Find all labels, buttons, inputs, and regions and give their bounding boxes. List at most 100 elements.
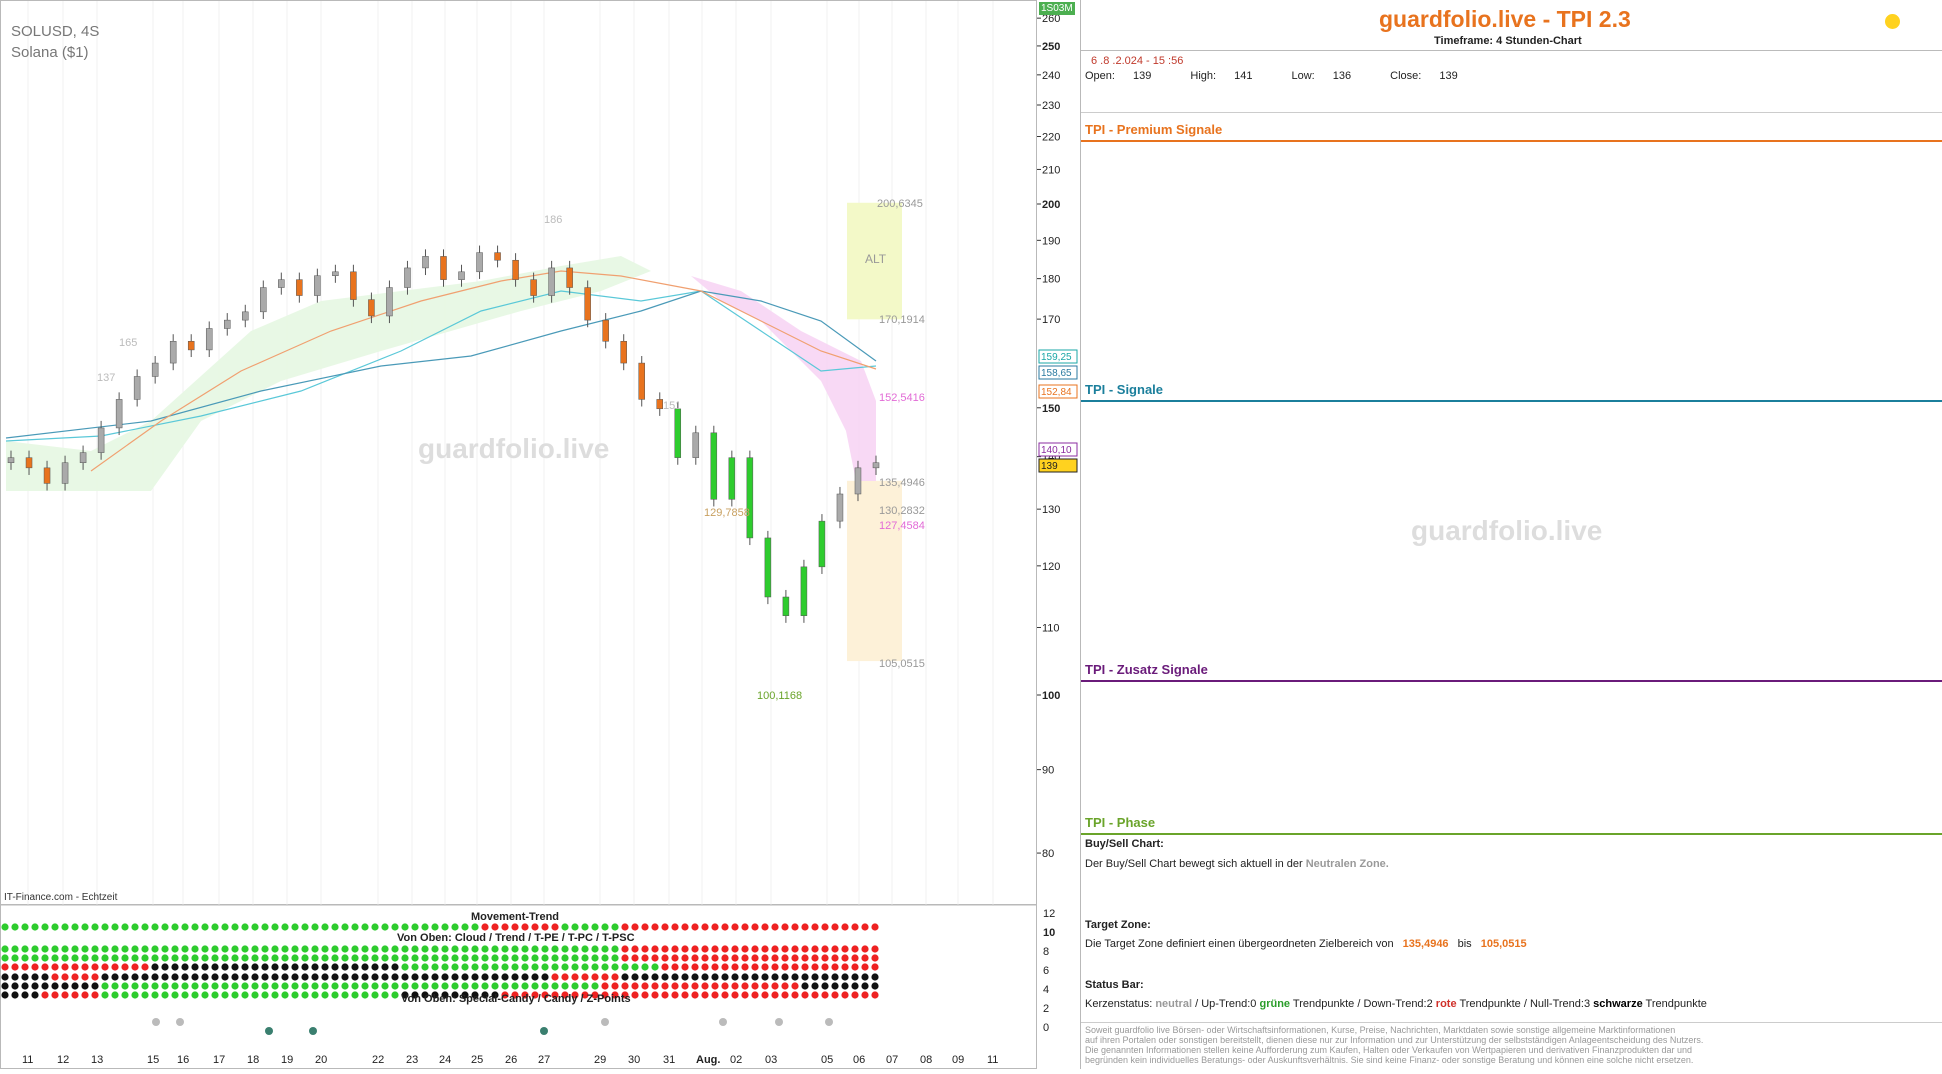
trend-dot — [571, 945, 579, 953]
trend-dot — [181, 982, 189, 990]
trend-dot — [731, 963, 739, 971]
candle-body — [187, 341, 195, 351]
trend-dot — [121, 945, 129, 953]
trend-dot — [771, 954, 779, 962]
trend-dot — [591, 954, 599, 962]
trend-dot — [741, 963, 749, 971]
trend-dot — [431, 954, 439, 962]
trend-dot — [841, 945, 849, 953]
trend-dot — [461, 982, 469, 990]
trend-dot — [291, 923, 299, 931]
candle-body — [584, 287, 591, 321]
trend-dot — [701, 923, 709, 931]
trend-dot — [671, 945, 679, 953]
trend-dot — [561, 982, 569, 990]
trend-dot — [871, 923, 879, 931]
trend-dot — [871, 945, 879, 953]
x-tick-label: 27 — [538, 1054, 550, 1066]
trend-dot — [541, 945, 549, 953]
candle-body — [728, 457, 736, 500]
trend-dot — [331, 945, 339, 953]
trend-dot — [661, 982, 669, 990]
trend-dot — [741, 923, 749, 931]
trend-dot — [91, 923, 99, 931]
trend-dot — [501, 954, 509, 962]
trend-dot — [231, 963, 239, 971]
trend-dot — [61, 945, 69, 953]
trend-dot — [231, 945, 239, 953]
trend-dot — [241, 954, 249, 962]
trend-dot — [391, 982, 399, 990]
trend-dot — [811, 982, 819, 990]
trend-dot — [71, 963, 79, 971]
trend-dot — [331, 973, 339, 981]
trend-dot — [821, 982, 829, 990]
trend-dot — [41, 963, 49, 971]
trend-dot — [521, 973, 529, 981]
chart-annotation: 135,4946 — [879, 477, 925, 489]
panel-title: guardfolio.live - TPI 2.3 — [1379, 6, 1631, 32]
trend-dot — [631, 973, 639, 981]
trend-dot — [771, 963, 779, 971]
price-chart[interactable]: 200,6345 ALT 170,1914 152,5416 135,4946 130,2… — [0, 0, 1038, 906]
movement-trend-indicator[interactable]: 11 12 13 15 16 17 18 19 20 22 23 24 25 26 27 29 30 31 Aug.… — [0, 905, 1037, 1069]
trend-dot — [221, 963, 229, 971]
trend-dot — [51, 991, 59, 999]
trend-dot — [321, 963, 329, 971]
trend-dot — [791, 945, 799, 953]
trend-dot — [301, 982, 309, 990]
trend-dot — [21, 982, 29, 990]
trend-dot — [591, 963, 599, 971]
trend-dot — [781, 991, 789, 999]
trend-dot — [771, 945, 779, 953]
trend-dot — [91, 991, 99, 999]
trend-dot — [41, 923, 49, 931]
y-tick-label: 250 — [1042, 41, 1060, 53]
trend-dot — [151, 923, 159, 931]
trend-dot — [771, 991, 779, 999]
trend-dot — [721, 973, 729, 981]
chart-annotation: 151 — [663, 400, 681, 412]
trend-dot — [101, 923, 109, 931]
trend-dot — [751, 945, 759, 953]
buysell-text: Der Buy/Sell Chart bewegt sich aktuell i… — [1085, 858, 1389, 870]
trend-dot — [651, 954, 659, 962]
trend-dot — [231, 982, 239, 990]
chart-annotation: 100,1168 — [757, 690, 802, 702]
panel-timeframe: Timeframe: 4 Stunden-Chart — [1434, 35, 1582, 47]
trend-dot — [671, 973, 679, 981]
trend-dot — [421, 954, 429, 962]
trend-dot — [61, 923, 69, 931]
trend-dot — [71, 954, 79, 962]
trend-dot — [401, 963, 409, 971]
trend-dot — [371, 945, 379, 953]
chart-annotation: ALT — [865, 252, 887, 266]
trend-dot — [351, 945, 359, 953]
x-tick-label: 20 — [315, 1054, 327, 1066]
section-zusatz-signale: TPI - Zusatz Signale — [1085, 662, 1208, 677]
trend-dot — [751, 923, 759, 931]
y-tick-label: 240 — [1042, 70, 1060, 82]
price-label: 139 — [1041, 461, 1058, 472]
trend-dot — [621, 982, 629, 990]
trend-dot — [681, 982, 689, 990]
trend-dot — [481, 973, 489, 981]
trend-dot — [181, 991, 189, 999]
trend-dot — [691, 954, 699, 962]
trend-dot — [701, 973, 709, 981]
trend-dot — [431, 923, 439, 931]
trend-dot — [471, 945, 479, 953]
candle-body — [494, 252, 501, 261]
y-tick-label: 100 — [1042, 690, 1060, 702]
trend-dot — [791, 923, 799, 931]
trend-dot — [581, 954, 589, 962]
trend-dot — [241, 982, 249, 990]
y-tick-label: 210 — [1042, 164, 1060, 176]
candle-body — [710, 432, 718, 500]
trend-dot — [151, 954, 159, 962]
target-text: Die Target Zone definiert einen übergeor… — [1085, 938, 1527, 950]
status-dot-icon — [1885, 14, 1900, 29]
candle-body — [43, 467, 51, 484]
candle-body — [656, 399, 663, 410]
price-label: 158,65 — [1041, 368, 1072, 379]
